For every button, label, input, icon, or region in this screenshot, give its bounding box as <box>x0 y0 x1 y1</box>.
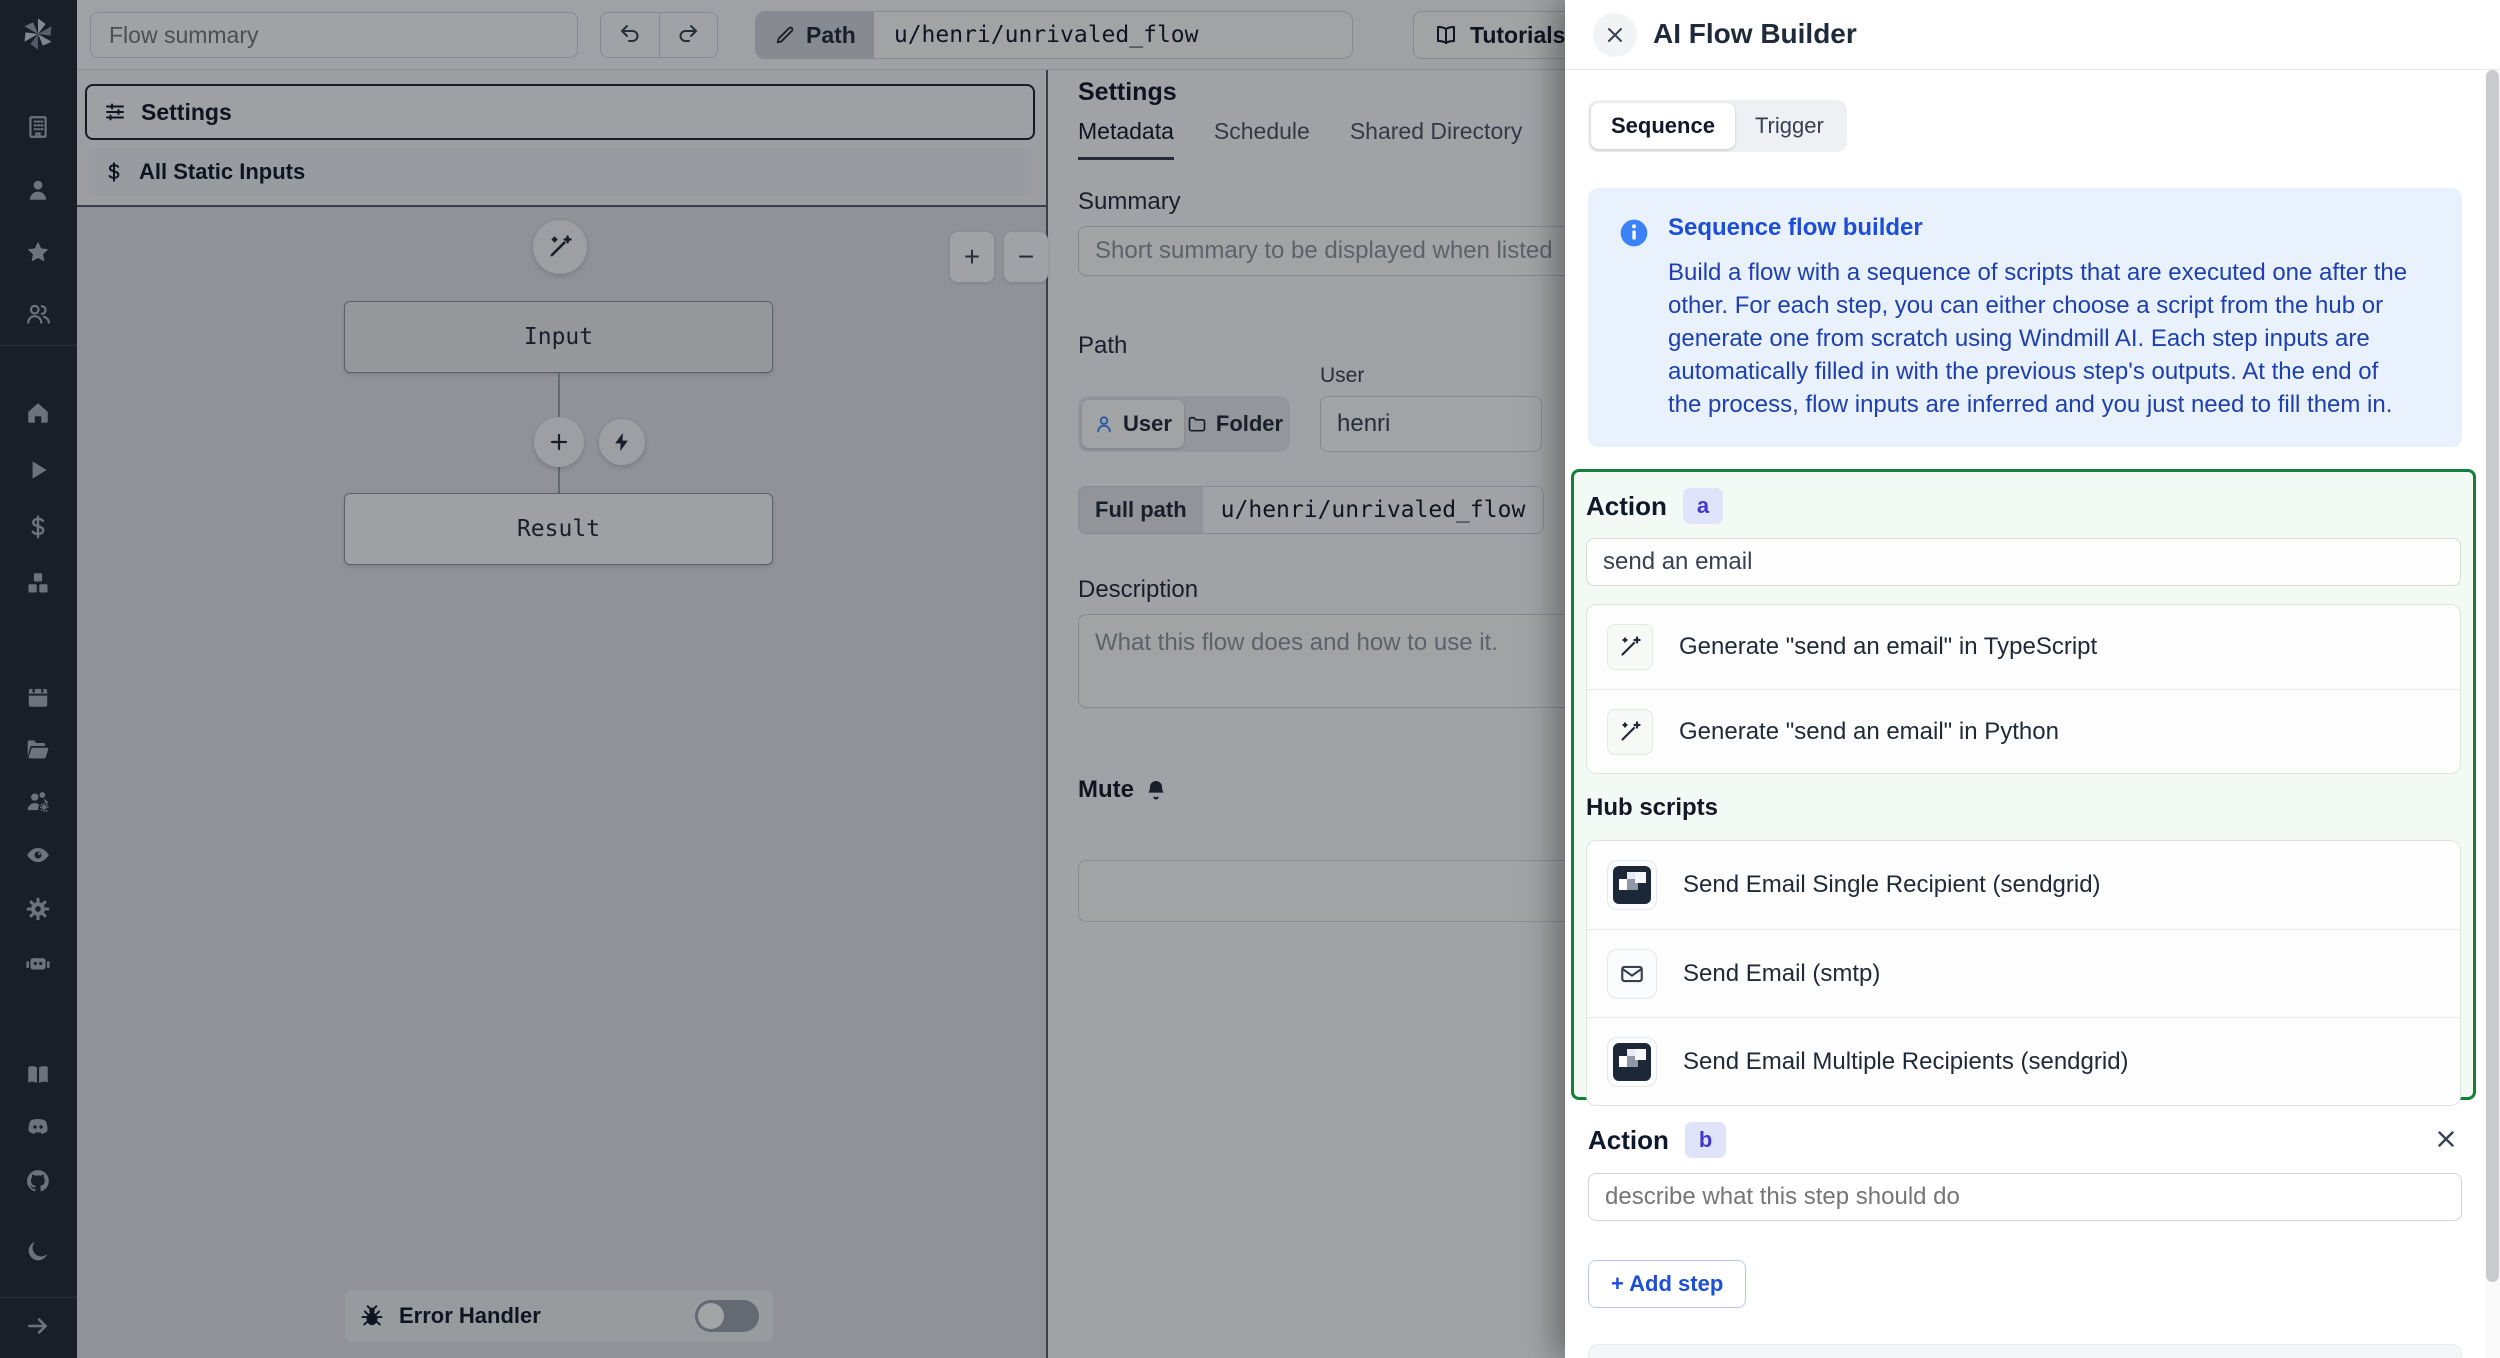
builder-mode-tabs: Sequence Trigger <box>1588 100 1847 152</box>
ai-flow-builder-drawer: AI Flow Builder Sequence Trigger Sequenc… <box>1565 0 2500 1358</box>
generate-typescript-option[interactable]: Generate "send an email" in TypeScript <box>1587 605 2460 689</box>
magic-wand-icon <box>1607 624 1653 670</box>
generate-python-option[interactable]: Generate "send an email" in Python <box>1587 689 2460 773</box>
add-step-label: + Add step <box>1611 1271 1723 1297</box>
remove-step-button[interactable] <box>2433 1126 2459 1152</box>
info-content: Sequence flow builder Build a flow with … <box>1668 214 2408 421</box>
step-b-label: Action <box>1588 1125 1669 1156</box>
drawer-scrollbar[interactable] <box>2485 70 2500 1358</box>
tab-sequence[interactable]: Sequence <box>1591 103 1735 149</box>
hub-scripts-group: Send Email Single Recipient (sendgrid) S… <box>1586 840 2461 1106</box>
step-a-badge: a <box>1683 488 1723 524</box>
hub-script-item[interactable]: Send Email Multiple Recipients (sendgrid… <box>1587 1017 2460 1105</box>
add-step-button[interactable]: + Add step <box>1588 1260 1746 1308</box>
info-body: Build a flow with a sequence of scripts … <box>1668 256 2408 421</box>
sendgrid-logo-icon <box>1607 860 1657 910</box>
hub-script-label: Send Email Multiple Recipients (sendgrid… <box>1683 1048 2129 1076</box>
hub-script-label: Send Email (smtp) <box>1683 960 1880 988</box>
scrollbar-thumb[interactable] <box>2486 70 2499 1282</box>
info-callout: Sequence flow builder Build a flow with … <box>1588 188 2462 447</box>
hub-script-label: Send Email Single Recipient (sendgrid) <box>1683 871 2101 899</box>
step-b-badge: b <box>1685 1122 1726 1158</box>
envelope-icon <box>1607 949 1657 999</box>
generate-option-label: Generate "send an email" in Python <box>1679 718 2059 746</box>
step-a-header: Action a <box>1586 488 2461 524</box>
info-title: Sequence flow builder <box>1668 214 2408 242</box>
hub-scripts-label: Hub scripts <box>1586 794 2461 822</box>
step-a-prompt-input[interactable] <box>1586 538 2461 586</box>
drawer-close-button[interactable] <box>1593 13 1637 57</box>
next-section-box <box>1588 1344 2462 1358</box>
close-icon <box>2433 1126 2459 1152</box>
generate-option-label: Generate "send an email" in TypeScript <box>1679 633 2097 661</box>
hub-script-item[interactable]: Send Email Single Recipient (sendgrid) <box>1587 841 2460 929</box>
action-step-b-header: Action b <box>1588 1122 1726 1158</box>
info-icon <box>1618 217 1650 421</box>
sendgrid-logo-icon <box>1607 1037 1657 1087</box>
drawer-title: AI Flow Builder <box>1653 18 1857 50</box>
action-step-a: Action a Generate "send an email" in Typ… <box>1571 469 2476 1100</box>
hub-script-item[interactable]: Send Email (smtp) <box>1587 929 2460 1017</box>
tab-trigger[interactable]: Trigger <box>1735 103 1844 149</box>
generate-options-group: Generate "send an email" in TypeScript G… <box>1586 604 2461 774</box>
step-b-prompt-input[interactable] <box>1588 1173 2462 1221</box>
drawer-header: AI Flow Builder <box>1565 0 2500 70</box>
magic-wand-icon <box>1607 709 1653 755</box>
step-a-label: Action <box>1586 491 1667 522</box>
close-icon <box>1603 23 1627 47</box>
